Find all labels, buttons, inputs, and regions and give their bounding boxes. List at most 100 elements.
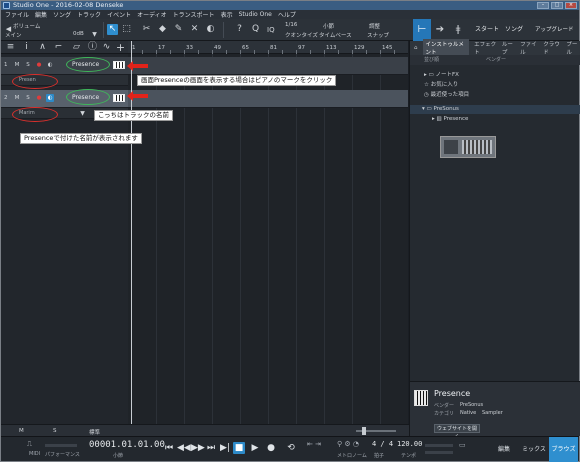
- global-mute[interactable]: M: [19, 428, 24, 434]
- maximize-button[interactable]: □: [551, 2, 563, 9]
- open-website-button[interactable]: ウェブサイトを開く: [434, 424, 480, 440]
- return-to-zero-button[interactable]: ⏮: [163, 442, 175, 454]
- volume-value[interactable]: 0dB: [73, 31, 84, 37]
- menu-help[interactable]: ヘルプ: [278, 10, 296, 19]
- snap-value[interactable]: 調整: [369, 22, 380, 30]
- folder-icon[interactable]: ▱: [71, 42, 82, 53]
- title-bar: Studio One - 2016-02-08 Denseke – □ ×: [1, 1, 579, 10]
- monitor-icon[interactable]: ▭: [459, 441, 466, 449]
- menu-track[interactable]: トラック: [77, 10, 101, 19]
- browser-item-presonus[interactable]: ▾ ▭ PreSonus: [422, 106, 459, 112]
- piano-icon[interactable]: [113, 61, 125, 69]
- rewind-button[interactable]: ◀◀: [177, 442, 191, 454]
- menu-file[interactable]: ファイル: [5, 10, 29, 19]
- record-button[interactable]: ●: [35, 61, 43, 69]
- piano-icon[interactable]: [113, 94, 125, 102]
- info-icon[interactable]: ⓘ: [87, 42, 98, 53]
- loop-range-icon[interactable]: ⇤ ⇥: [307, 440, 321, 448]
- browser-tabs: ⌂ インストゥルメント エフェクト ループ ファイル クラウド プール: [410, 39, 580, 57]
- tab-files[interactable]: ファイル: [520, 40, 538, 56]
- horizontal-scrollbar[interactable]: [128, 424, 409, 436]
- highlight-ellipse-red: [12, 74, 58, 89]
- tab-browse[interactable]: ブラウズ: [549, 437, 578, 462]
- track-lane[interactable]: [128, 90, 408, 108]
- track-header-toolbar: ≡ i ∧ ⌐ ▱ ⓘ ∿ +: [1, 41, 128, 54]
- home-icon[interactable]: ⌂: [414, 45, 418, 51]
- browser-item-presence[interactable]: ▸ ▥ Presence: [432, 116, 468, 122]
- pencil-tool-icon[interactable]: ✎: [173, 24, 184, 35]
- track-lane[interactable]: [128, 57, 408, 75]
- end-button[interactable]: ⏭: [205, 442, 217, 454]
- automation-icon[interactable]: ∧: [37, 42, 48, 53]
- view-start-tab[interactable]: スタート: [475, 19, 499, 41]
- menu-audio[interactable]: オーディオ: [137, 10, 167, 19]
- monitor-button[interactable]: ◐: [46, 61, 54, 69]
- position-display[interactable]: 00001.01.01.00: [89, 440, 165, 450]
- tab-loops[interactable]: ループ: [502, 40, 515, 56]
- range-tool-icon[interactable]: ⬚: [121, 24, 132, 35]
- solo-button[interactable]: S: [24, 94, 32, 102]
- menu-studio-one[interactable]: Studio One: [239, 11, 272, 18]
- wave-icon[interactable]: ∿: [101, 42, 112, 53]
- view-upgrade-tab[interactable]: アップグレード: [535, 19, 574, 41]
- zoom-preset[interactable]: 標準: [89, 428, 100, 436]
- tab-effects[interactable]: エフェクト: [474, 40, 497, 56]
- split-view-icon[interactable]: ⊢: [413, 19, 431, 41]
- mute-tool-icon[interactable]: ✕: [189, 24, 200, 35]
- help-icon[interactable]: ?: [234, 24, 245, 35]
- play-button[interactable]: ▶: [249, 442, 261, 454]
- pin-icon[interactable]: ǂ: [449, 19, 467, 41]
- view-song-tab[interactable]: ソング: [505, 19, 523, 41]
- iq-label[interactable]: IQ: [267, 26, 275, 34]
- loop-icon[interactable]: ⟲: [285, 442, 297, 454]
- envelope-icon[interactable]: ⌐: [53, 42, 64, 53]
- list-icon[interactable]: ≡: [5, 42, 16, 53]
- arrow-right-icon[interactable]: ➔: [431, 19, 449, 41]
- browser-item-favorites[interactable]: ☆ お気に入り: [424, 80, 458, 88]
- solo-button[interactable]: S: [24, 61, 32, 69]
- browser-item-recent[interactable]: ◷ 最近使った項目: [424, 90, 469, 98]
- sort-dropdown[interactable]: ベンダー: [486, 55, 506, 65]
- menu-event[interactable]: イベント: [107, 10, 131, 19]
- menu-transport[interactable]: トランスポート: [173, 10, 215, 19]
- time-signature[interactable]: 4 / 4: [372, 440, 393, 448]
- presence-thumbnail: [440, 136, 496, 158]
- timeline-ruler[interactable]: 1 17 33 49 65 81 97 113 129 145: [128, 41, 408, 54]
- browser-item-notefx[interactable]: ▸ ▭ ノートFX: [424, 70, 459, 78]
- monitor-button[interactable]: ◐: [46, 94, 54, 102]
- arrow-tool-icon[interactable]: ↖: [107, 24, 118, 35]
- volume-label: ボリューム: [13, 24, 41, 30]
- menu-song[interactable]: ソング: [53, 10, 71, 19]
- chevron-down-icon[interactable]: ▼: [77, 108, 88, 119]
- record-button[interactable]: ●: [265, 442, 277, 454]
- record-button[interactable]: ●: [35, 94, 43, 102]
- ruler-mark: 65: [242, 45, 249, 51]
- midi-connector-icon: ⎍: [27, 440, 32, 448]
- global-solo[interactable]: S: [53, 428, 57, 434]
- zoom-slider-handle[interactable]: [362, 427, 366, 435]
- tab-cloud[interactable]: クラウド: [543, 40, 561, 56]
- tab-mix[interactable]: ミックス: [519, 437, 549, 462]
- tempo-display[interactable]: 120.00: [397, 440, 422, 448]
- minimize-button[interactable]: –: [537, 2, 549, 9]
- menu-edit[interactable]: 編集: [35, 10, 47, 19]
- metronome-icon[interactable]: ⚲ ⚙ ◔: [337, 440, 359, 448]
- chevron-down-icon[interactable]: ▼: [89, 29, 100, 40]
- listen-tool-icon[interactable]: ◐: [205, 24, 216, 35]
- timebase-value[interactable]: 小節: [323, 22, 334, 30]
- split-tool-icon[interactable]: ✂: [141, 24, 152, 35]
- loop-end-button[interactable]: ▶|: [219, 442, 231, 454]
- zoom-icon[interactable]: Q: [250, 24, 261, 35]
- mute-button[interactable]: M: [13, 94, 21, 102]
- close-button[interactable]: ×: [565, 2, 577, 9]
- add-track-icon[interactable]: +: [115, 42, 126, 53]
- forward-button[interactable]: ▶▶: [191, 442, 205, 454]
- stop-button[interactable]: ■: [233, 442, 245, 454]
- inspector-icon[interactable]: i: [21, 42, 32, 53]
- menu-view[interactable]: 表示: [221, 10, 233, 19]
- tab-pool[interactable]: プール: [566, 40, 580, 56]
- quantize-value[interactable]: 1/16: [285, 22, 297, 28]
- mute-button[interactable]: M: [13, 61, 21, 69]
- eraser-tool-icon[interactable]: ◆: [157, 24, 168, 35]
- tab-edit[interactable]: 編集: [489, 437, 519, 462]
